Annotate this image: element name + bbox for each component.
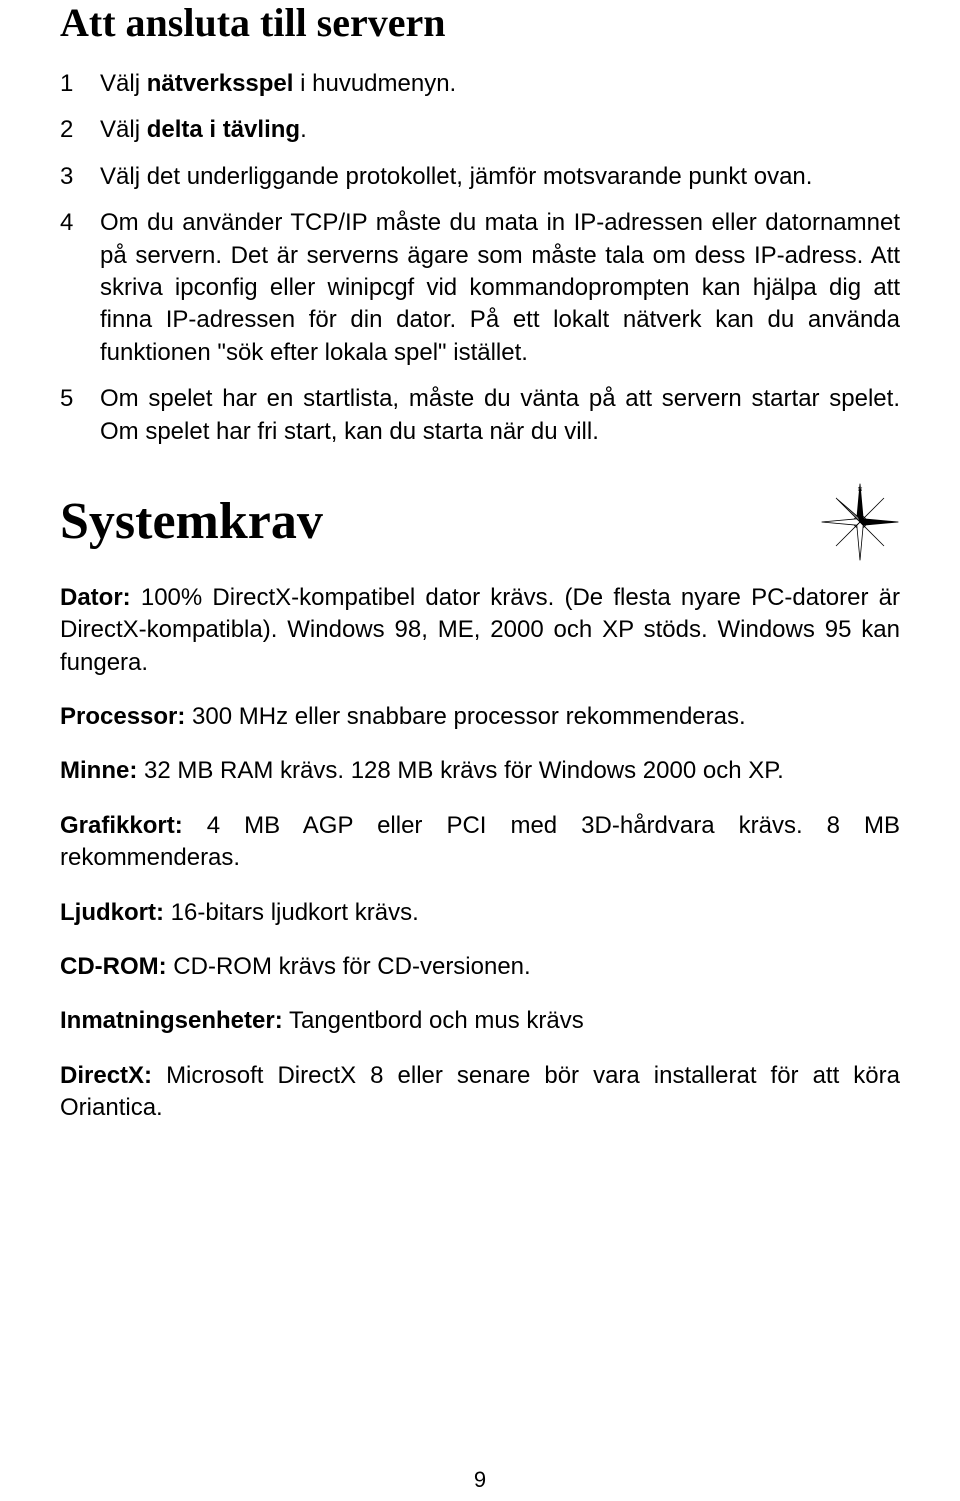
section-heading-connect: Att ansluta till servern bbox=[60, 0, 900, 46]
text-run: Välj bbox=[100, 116, 147, 143]
list-text: Välj nätverksspel i huvudmenyn. bbox=[100, 68, 900, 100]
list-text: Om du använder TCP/IP måste du mata in I… bbox=[100, 207, 900, 369]
text-bold: nätverksspel bbox=[147, 70, 294, 97]
req-label: DirectX: bbox=[60, 1062, 152, 1089]
text-run: . bbox=[300, 116, 307, 143]
req-label: Inmatningsenheter: bbox=[60, 1007, 283, 1034]
req-label: Processor: bbox=[60, 703, 185, 730]
req-text: CD-ROM krävs för CD-versionen. bbox=[167, 953, 531, 980]
req-label: Ljudkort: bbox=[60, 899, 164, 926]
req-ljudkort: Ljudkort: 16-bitars ljudkort krävs. bbox=[60, 897, 900, 929]
req-text: 100% DirectX-kompatibel dator krävs. (De… bbox=[60, 584, 900, 676]
req-text: 4 MB AGP eller PCI med 3D-hårdvara krävs… bbox=[60, 812, 900, 871]
list-item: 2 Välj delta i tävling. bbox=[60, 114, 900, 146]
req-text: Tangentbord och mus krävs bbox=[283, 1007, 584, 1034]
list-item: 1 Välj nätverksspel i huvudmenyn. bbox=[60, 68, 900, 100]
req-inmatning: Inmatningsenheter: Tangentbord och mus k… bbox=[60, 1005, 900, 1037]
list-item: 4 Om du använder TCP/IP måste du mata in… bbox=[60, 207, 900, 369]
req-label: CD-ROM: bbox=[60, 953, 167, 980]
req-grafikkort: Grafikkort: 4 MB AGP eller PCI med 3D-hå… bbox=[60, 810, 900, 875]
connect-steps-list: 1 Välj nätverksspel i huvudmenyn. 2 Välj… bbox=[60, 68, 900, 448]
list-number: 1 bbox=[60, 68, 100, 100]
req-text: Microsoft DirectX 8 eller senare bör var… bbox=[60, 1062, 900, 1121]
system-requirements-list: Dator: 100% DirectX-kompatibel dator krä… bbox=[60, 582, 900, 1125]
req-cdrom: CD-ROM: CD-ROM krävs för CD-versionen. bbox=[60, 951, 900, 983]
req-text: 16-bitars ljudkort krävs. bbox=[164, 899, 419, 926]
req-processor: Processor: 300 MHz eller snabbare proces… bbox=[60, 701, 900, 733]
svg-text:N: N bbox=[858, 486, 863, 493]
list-text: Om spelet har en startlista, måste du vä… bbox=[100, 383, 900, 448]
document-page: Att ansluta till servern 1 Välj nätverks… bbox=[0, 0, 960, 1501]
list-item: 5 Om spelet har en startlista, måste du … bbox=[60, 383, 900, 448]
list-number: 5 bbox=[60, 383, 100, 448]
req-text: 32 MB RAM krävs. 128 MB krävs för Window… bbox=[137, 757, 783, 784]
list-number: 2 bbox=[60, 114, 100, 146]
list-item: 3 Välj det underliggande protokollet, jä… bbox=[60, 161, 900, 193]
req-text: 300 MHz eller snabbare processor rekomme… bbox=[185, 703, 745, 730]
list-text: Välj det underliggande protokollet, jämf… bbox=[100, 161, 900, 193]
req-directx: DirectX: Microsoft DirectX 8 eller senar… bbox=[60, 1060, 900, 1125]
compass-icon: N bbox=[820, 482, 900, 562]
text-run: i huvudmenyn. bbox=[293, 70, 456, 97]
list-number: 3 bbox=[60, 161, 100, 193]
req-label: Grafikkort: bbox=[60, 812, 183, 839]
page-number: 9 bbox=[0, 1467, 960, 1493]
list-text: Välj delta i tävling. bbox=[100, 114, 900, 146]
systemkrav-header-row: Systemkrav N bbox=[60, 492, 900, 562]
req-minne: Minne: 32 MB RAM krävs. 128 MB krävs för… bbox=[60, 755, 900, 787]
text-bold: delta i tävling bbox=[147, 116, 300, 143]
section-heading-systemkrav: Systemkrav bbox=[60, 492, 800, 552]
text-run: Välj bbox=[100, 70, 147, 97]
req-dator: Dator: 100% DirectX-kompatibel dator krä… bbox=[60, 582, 900, 679]
req-label: Minne: bbox=[60, 757, 137, 784]
list-number: 4 bbox=[60, 207, 100, 369]
req-label: Dator: bbox=[60, 584, 131, 611]
